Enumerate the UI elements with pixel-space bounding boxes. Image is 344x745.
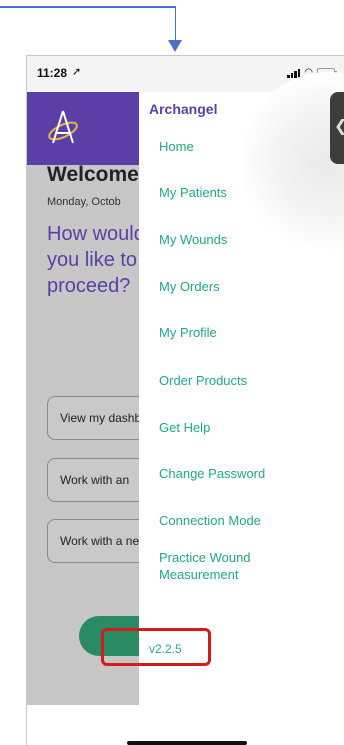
menu-item-change-password[interactable]: Change Password: [159, 465, 299, 482]
navigation-drawer: Archangel Home My Patients My Wounds My …: [101, 72, 344, 705]
drawer-handle[interactable]: ❮: [330, 92, 344, 164]
app-version: v2.2.5: [149, 642, 182, 656]
menu-item-my-wounds[interactable]: My Wounds: [159, 231, 299, 248]
location-arrow-icon: ➚: [72, 66, 82, 78]
menu-item-order-products[interactable]: Order Products: [159, 372, 299, 389]
phone-screen: 11:28 ➚ ◠ Welcome, Monday, Octob How wou…: [26, 55, 344, 745]
menu-item-my-orders[interactable]: My Orders: [159, 278, 299, 295]
menu-item-practice-wound-measurement[interactable]: Practice Wound Measurement: [159, 549, 269, 583]
home-indicator[interactable]: [127, 741, 247, 745]
chevron-left-icon: ❮: [334, 118, 344, 135]
drawer-background-swirl: [239, 72, 344, 252]
status-time: 11:28: [37, 66, 68, 80]
menu-item-my-patients[interactable]: My Patients: [159, 184, 299, 201]
menu-item-connection-mode[interactable]: Connection Mode: [159, 512, 299, 529]
current-date: Monday, Octob: [47, 196, 121, 208]
menu-item-home[interactable]: Home: [159, 138, 299, 155]
menu-item-my-profile[interactable]: My Profile: [159, 324, 299, 341]
archangel-logo-icon: [48, 110, 78, 144]
arrow-down-icon: [168, 40, 182, 52]
welcome-heading: Welcome,: [47, 163, 145, 186]
drawer-title: Archangel: [149, 101, 218, 117]
annotation-line: [174, 6, 176, 42]
annotation-line: [0, 6, 176, 8]
home-bar-area: [27, 705, 344, 745]
signal-icon: [287, 68, 301, 78]
menu-item-get-help[interactable]: Get Help: [159, 419, 299, 436]
